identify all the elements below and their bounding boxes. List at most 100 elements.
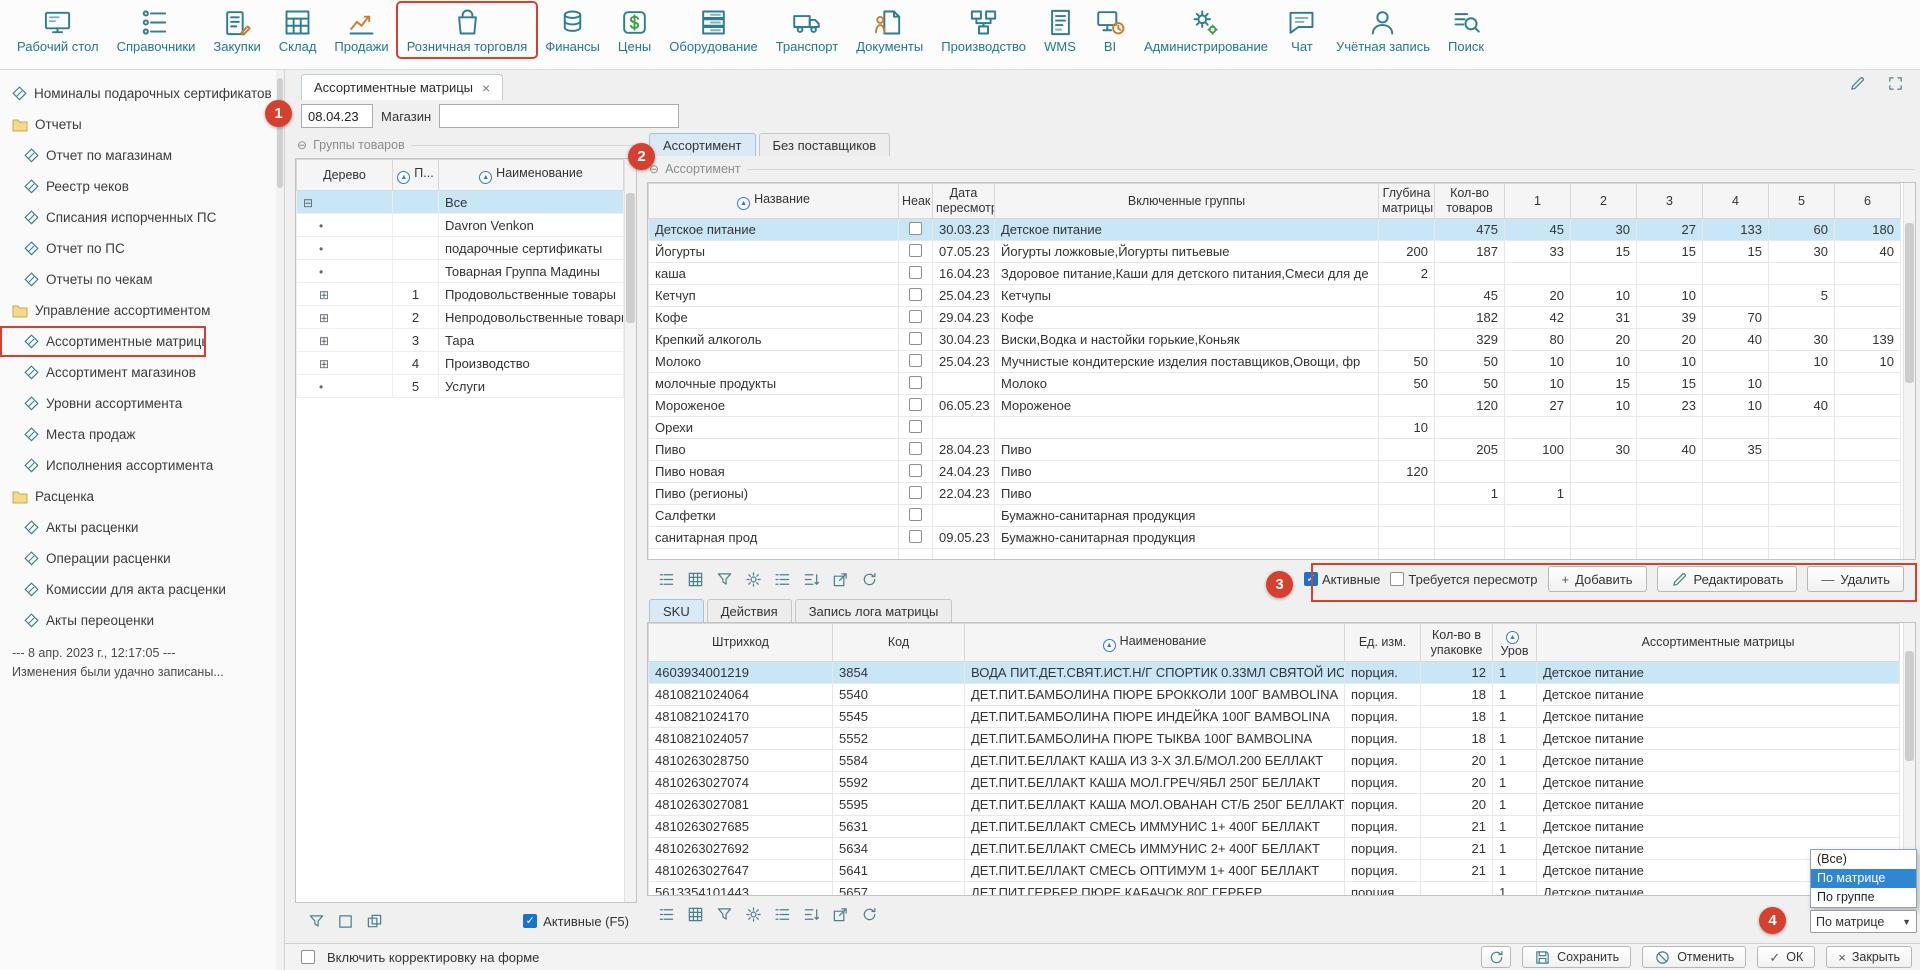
list-view-button[interactable]	[653, 567, 679, 591]
cancel-button[interactable]: Отменить	[1642, 946, 1746, 968]
toolbar-item-chat[interactable]: Чат	[1277, 3, 1327, 57]
col-header-3[interactable]: 3	[1637, 184, 1703, 219]
maximize-icon[interactable]	[1882, 71, 1908, 95]
sku-row[interactable]: 48102630270815595ДЕТ.ПИТ.БЕЛЛАКТ КАША МО…	[649, 794, 1900, 816]
sku-row[interactable]: 48102630276855631ДЕТ.ПИТ.БЕЛЛАКТ СМЕСЬ И…	[649, 816, 1900, 838]
matrix-row[interactable]: санитарная прод09.05.23Бумажно-санитарна…	[649, 527, 1901, 549]
sidebar-scrollbar[interactable]	[276, 70, 284, 970]
matrix-row[interactable]: Орехи10	[649, 417, 1901, 439]
matrix-row[interactable]: Пиво (регионы)22.04.23Пиво11	[649, 483, 1901, 505]
inactive-checkbox[interactable]	[909, 376, 922, 389]
scrollbar-thumb[interactable]	[277, 78, 283, 188]
tab-2[interactable]: Действия	[707, 599, 792, 622]
refresh-button[interactable]	[856, 567, 882, 591]
sort-list-button[interactable]	[798, 567, 824, 591]
filter-button[interactable]	[711, 902, 737, 926]
edit-form-icon[interactable]	[1844, 71, 1870, 95]
collapse-group-icon[interactable]: ⊖	[297, 138, 307, 152]
numbered-list-button[interactable]	[769, 567, 795, 591]
tree-view-button[interactable]	[361, 909, 387, 933]
group-row[interactable]: •Товарная Группа Мадины	[297, 260, 624, 283]
matrix-row[interactable]: молочные продуктыМолоко505010151510	[649, 373, 1901, 395]
toolbar-item-finance[interactable]: Финансы	[536, 3, 609, 57]
filter-button[interactable]	[303, 909, 329, 933]
sidebar-item[interactable]: Ассортимент магазинов	[0, 357, 284, 388]
scrollbar-thumb[interactable]	[626, 193, 635, 323]
matrix-row[interactable]: Мороженое06.05.23Мороженое1202710231040	[649, 395, 1901, 417]
inactive-checkbox[interactable]	[909, 222, 922, 235]
group-row[interactable]: •Davron Venkon	[297, 214, 624, 237]
ok-button[interactable]: ✓ОК	[1757, 946, 1815, 968]
group-row[interactable]: ⊟Все	[297, 191, 624, 214]
col-header-level[interactable]: ▲Уров	[1493, 624, 1537, 662]
sidebar-item[interactable]: Отчеты по чекам	[0, 264, 284, 295]
inactive-checkbox[interactable]	[909, 398, 922, 411]
save-button[interactable]: Сохранить	[1522, 946, 1631, 968]
col-header-code[interactable]: Код	[833, 624, 965, 662]
toolbar-item-account[interactable]: Учётная запись	[1327, 3, 1439, 57]
col-header-4[interactable]: 4	[1703, 184, 1769, 219]
tree-toggle-cell[interactable]: •	[297, 375, 393, 398]
tree-toggle-cell[interactable]: ⊟	[297, 191, 393, 214]
group-row[interactable]: ⊞4Производство	[297, 352, 624, 375]
matrix-row[interactable]: СалфеткиБумажно-санитарная продукция	[649, 505, 1901, 527]
col-header-matrices[interactable]: Ассортиментные матрицы	[1537, 624, 1900, 662]
sort-list-button[interactable]	[798, 902, 824, 926]
group-row[interactable]: ⊞2Непродовольственные товары	[297, 306, 624, 329]
tree-toggle-cell[interactable]: ⊞	[297, 329, 393, 352]
col-header-name[interactable]: ▲Наименование	[439, 160, 624, 191]
sku-row[interactable]: 48102630276475641ДЕТ.ПИТ.БЕЛЛАКТ СМЕСЬ О…	[649, 860, 1900, 882]
toolbar-item-admin[interactable]: Администрирование	[1135, 3, 1277, 57]
scrollbar-thumb[interactable]	[1905, 223, 1914, 383]
sidebar-item[interactable]: Места продаж	[0, 419, 284, 450]
sidebar-item[interactable]: Номиналы подарочных сертификатов	[0, 78, 284, 109]
active-checkbox[interactable]: ✓	[1304, 572, 1318, 586]
col-header-5[interactable]: 5	[1769, 184, 1835, 219]
tree-toggle-icon[interactable]: ⊞	[319, 334, 329, 348]
delete-button[interactable]: —Удалить	[1807, 566, 1904, 592]
tree-toggle-icon[interactable]: ⊟	[303, 196, 313, 210]
toolbar-item-references[interactable]: Справочники	[108, 3, 205, 57]
dropdown-item[interactable]: (Все)	[1811, 850, 1916, 869]
toolbar-item-purchases[interactable]: Закупки	[204, 3, 269, 57]
toolbar-item-transport[interactable]: Транспорт	[767, 3, 848, 57]
col-header-pack-qty[interactable]: Кол-во в упаковке	[1421, 624, 1493, 662]
active-f5-checkbox[interactable]: ✓	[523, 914, 537, 928]
matrix-row[interactable]: Крепкий алкоголь30.04.23Виски,Водка и на…	[649, 329, 1901, 351]
sidebar-item[interactable]: Акты переоценки	[0, 605, 284, 636]
sku-row[interactable]: 48102630270745592ДЕТ.ПИТ.БЕЛЛАКТ КАША МО…	[649, 772, 1900, 794]
col-header-6[interactable]: 6	[1835, 184, 1901, 219]
matrix-mode-select[interactable]: По матрице ▼	[1810, 910, 1917, 933]
dropdown-item[interactable]: По матрице	[1811, 869, 1916, 888]
toolbar-item-production[interactable]: Производство	[932, 3, 1035, 57]
matrix-row[interactable]	[649, 549, 1901, 561]
matrix-row[interactable]: Молоко25.04.23Мучнистые кондитерские изд…	[649, 351, 1901, 373]
sku-row[interactable]: 48102630276925634ДЕТ.ПИТ.БЕЛЛАКТ СМЕСЬ И…	[649, 838, 1900, 860]
group-row[interactable]: •5Услуги	[297, 375, 624, 398]
col-header-review-date[interactable]: Дата пересмотр	[933, 184, 995, 219]
col-header-naimenovanie[interactable]: ▲Наименование	[965, 624, 1345, 662]
inactive-checkbox[interactable]	[909, 442, 922, 455]
inactive-checkbox[interactable]	[909, 332, 922, 345]
sidebar-item[interactable]: Уровни ассортимента	[0, 388, 284, 419]
sidebar-item[interactable]: Реестр чеков	[0, 171, 284, 202]
group-row[interactable]: ⊞3Тара	[297, 329, 624, 352]
add-button[interactable]: +Добавить	[1548, 566, 1647, 592]
open-window-button[interactable]	[827, 902, 853, 926]
tree-toggle-icon[interactable]: ⊞	[319, 357, 329, 371]
close-tab-icon[interactable]: ×	[482, 80, 490, 96]
grid-view-button[interactable]	[682, 567, 708, 591]
inactive-checkbox[interactable]	[909, 244, 922, 257]
tree-toggle-cell[interactable]: •	[297, 237, 393, 260]
sidebar-item[interactable]: Операции расценки	[0, 543, 284, 574]
matrix-row[interactable]: Кетчуп25.04.23Кетчупы452010105	[649, 285, 1901, 307]
toolbar-item-equipment[interactable]: Оборудование	[660, 3, 766, 57]
review-needed-checkbox[interactable]	[1390, 572, 1404, 586]
matrix-row[interactable]: Детское питание30.03.23Детское питание47…	[649, 219, 1901, 241]
inactive-checkbox[interactable]	[909, 266, 922, 279]
sidebar-item[interactable]: Списания испорченных ПС	[0, 202, 284, 233]
tree-toggle-cell[interactable]: •	[297, 214, 393, 237]
matrix-row[interactable]: каша16.04.23Здоровое питание,Каши для де…	[649, 263, 1901, 285]
toolbar-item-documents[interactable]: Документы	[847, 3, 932, 57]
group-row[interactable]: •подарочные сертификаты	[297, 237, 624, 260]
